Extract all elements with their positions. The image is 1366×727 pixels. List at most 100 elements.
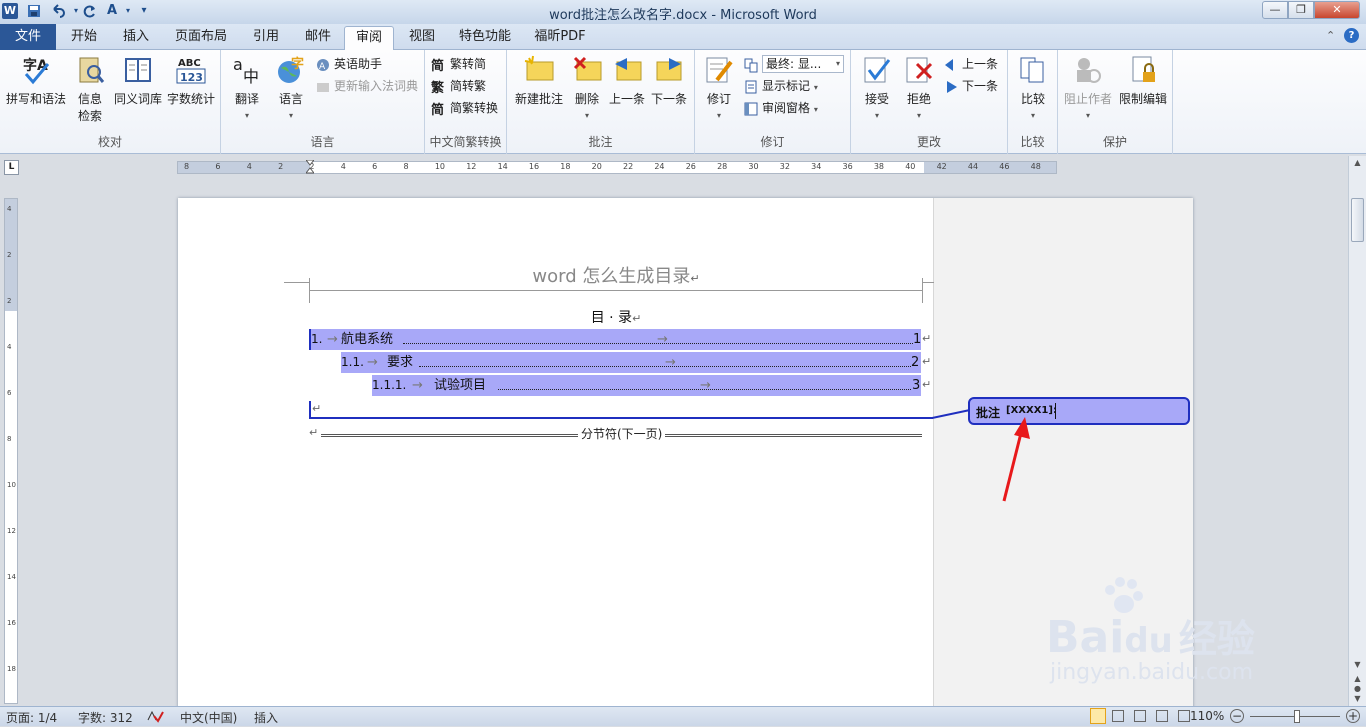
- web-layout-view-icon[interactable]: [1134, 710, 1146, 722]
- accept-button[interactable]: 接受 ▾: [857, 54, 897, 121]
- ruler-tick-label: 26: [685, 162, 696, 171]
- document-page[interactable]: word 怎么生成目录↵ 目 · 录↵ 1. → 航电系统 → 1 ↵ 1.1.…: [178, 198, 1255, 706]
- ruler-tick-label: 4: [246, 162, 252, 171]
- tab-foxit-pdf[interactable]: 福昕PDF: [528, 26, 592, 50]
- track-changes-button[interactable]: 修订 ▾: [699, 54, 739, 121]
- display-review-field[interactable]: 最终: 显... ▾: [762, 55, 844, 73]
- ribbon-tab-bar: 文件 开始 插入 页面布局 引用 邮件 审阅 视图 特色功能 福昕PDF ⌃ ?: [0, 24, 1366, 50]
- tab-references[interactable]: 引用: [244, 26, 288, 50]
- toc-1-text: 航电系统: [341, 332, 394, 347]
- toc-entry-3[interactable]: 1.1.1. → 试验项目 → 3: [372, 375, 921, 396]
- tab-home[interactable]: 开始: [62, 26, 106, 50]
- convert-button[interactable]: 简简繁转换: [431, 98, 498, 118]
- ruler-tick-label: 6: [372, 162, 378, 171]
- show-markup-icon: [743, 79, 759, 95]
- zoom-in-icon[interactable]: +: [1346, 709, 1360, 723]
- english-assistant-button[interactable]: A 英语助手: [315, 54, 382, 74]
- research-button[interactable]: 信息 检索: [70, 54, 110, 124]
- previous-comment-label: 上一条: [608, 92, 645, 106]
- translate-button[interactable]: a中 翻译 ▾: [225, 54, 269, 121]
- language-button[interactable]: 字 语言 ▾: [269, 54, 313, 121]
- thesaurus-label: 同义词库: [113, 92, 162, 106]
- horizontal-ruler[interactable]: 8 6 4 2 2 4 6 8 10 12 14 16 18 20 22 24 26 28 30 32 34 36 38 40…: [177, 159, 1057, 176]
- to-simplified-button[interactable]: 简繁转简: [431, 54, 486, 74]
- draft-view-icon[interactable]: [1178, 710, 1190, 722]
- reject-button[interactable]: 拒绝 ▾: [899, 54, 939, 121]
- tab-special[interactable]: 特色功能: [452, 26, 518, 50]
- word-count-button[interactable]: ABC 123 字数统计: [164, 54, 218, 107]
- minimize-button[interactable]: —: [1262, 1, 1288, 19]
- ribbon-review: 字A 拼写和语法 信息 检索 同义词库 ABC 123 字数统计 校对 a中 翻译…: [0, 50, 1366, 154]
- vertical-ruler[interactable]: 422468101214161820: [4, 198, 18, 719]
- ruler-tick-label: 24: [654, 162, 665, 171]
- tab-mailings[interactable]: 邮件: [296, 26, 340, 50]
- group-label-tracking: 修订: [760, 135, 785, 149]
- ruler-tick-label: 8: [403, 162, 409, 171]
- help-icon[interactable]: ?: [1344, 28, 1359, 43]
- previous-change-label: 上一条: [962, 57, 999, 71]
- show-markup-dropdown-icon: ▾: [813, 83, 818, 92]
- browse-object-icon[interactable]: ●: [1351, 684, 1364, 694]
- word-count-status[interactable]: 字数: 312: [78, 709, 133, 726]
- proofing-status-icon[interactable]: [146, 708, 164, 727]
- zoom-level[interactable]: 110%: [1190, 709, 1224, 723]
- to-traditional-button[interactable]: 繁简转繁: [431, 76, 486, 96]
- tab-page-layout[interactable]: 页面布局: [168, 26, 234, 50]
- block-authors-button: 阻止作者 ▾: [1062, 54, 1114, 121]
- vruler-tick-label: 2: [7, 297, 12, 305]
- tab-review[interactable]: 审阅: [344, 26, 394, 50]
- new-comment-button[interactable]: 新建批注: [511, 54, 567, 107]
- scroll-thumb[interactable]: [1351, 198, 1364, 242]
- spelling-label: 拼写和语法: [5, 92, 66, 106]
- page-count[interactable]: 页面: 1/4: [6, 709, 57, 726]
- vruler-tick-label: 18: [7, 665, 16, 673]
- display-for-review-select[interactable]: 最终: 显... ▾: [743, 54, 844, 74]
- delete-comment-button[interactable]: 删除 ▾: [567, 54, 607, 121]
- previous-comment-button[interactable]: 上一条: [607, 54, 647, 107]
- language-globe-icon: 字: [275, 54, 307, 86]
- outline-view-icon[interactable]: [1156, 710, 1168, 722]
- block-authors-label: 阻止作者: [1063, 92, 1112, 106]
- close-button[interactable]: ✕: [1314, 1, 1360, 19]
- show-markup-button[interactable]: 显示标记 ▾: [743, 76, 818, 96]
- zoom-slider-thumb[interactable]: [1294, 710, 1300, 723]
- update-ime-label: 更新输入法词典: [334, 79, 419, 93]
- print-layout-view-icon[interactable]: [1090, 708, 1106, 724]
- tab-view[interactable]: 视图: [400, 26, 444, 50]
- ruler-tick-label: 30: [748, 162, 759, 171]
- tab-selector-button[interactable]: L: [4, 160, 19, 175]
- section-break-label: 分节符(下一页): [578, 425, 666, 442]
- language-status[interactable]: 中文(中国): [180, 709, 237, 726]
- insert-mode-status[interactable]: 插入: [254, 709, 278, 726]
- minimize-ribbon-icon[interactable]: ⌃: [1326, 29, 1335, 42]
- next-comment-button[interactable]: 下一条: [649, 54, 689, 107]
- group-label-proofing: 校对: [97, 135, 122, 149]
- reviewing-pane-button[interactable]: 审阅窗格 ▾: [743, 98, 818, 118]
- toc-entry-1[interactable]: 1. → 航电系统 → 1: [309, 329, 921, 350]
- tab-insert[interactable]: 插入: [114, 26, 158, 50]
- reviewing-pane-label: 审阅窗格: [762, 101, 811, 115]
- section-para-mark: ↵: [309, 426, 319, 439]
- thesaurus-button[interactable]: 同义词库: [112, 54, 164, 107]
- vertical-scrollbar[interactable]: ▲ ▼ ▲ ● ▼: [1348, 156, 1366, 706]
- next-change-button[interactable]: 下一条: [943, 76, 998, 96]
- previous-change-button[interactable]: 上一条: [943, 54, 998, 74]
- scroll-down-icon[interactable]: ▼: [1351, 660, 1364, 672]
- compare-button[interactable]: 比较 ▾: [1013, 54, 1053, 121]
- toc-1-para-mark: ↵: [922, 332, 932, 345]
- maximize-button[interactable]: ❐: [1288, 1, 1314, 19]
- zoom-out-icon[interactable]: −: [1230, 709, 1244, 723]
- display-review-dropdown-icon[interactable]: ▾: [836, 56, 840, 72]
- track-changes-icon: [703, 54, 735, 86]
- toc-entry-2[interactable]: 1.1. → 要求 → 2: [341, 352, 921, 373]
- restrict-editing-button[interactable]: 限制编辑: [1116, 54, 1170, 107]
- full-screen-view-icon[interactable]: [1112, 710, 1124, 722]
- watermark-url: jingyan.baidu.com: [1050, 660, 1254, 685]
- indent-marker-icon[interactable]: [304, 159, 316, 176]
- next-page-icon[interactable]: ▼: [1351, 694, 1364, 704]
- spelling-grammar-button[interactable]: 字A 拼写和语法: [4, 54, 68, 107]
- tab-file[interactable]: 文件: [0, 24, 56, 50]
- scroll-up-icon[interactable]: ▲: [1351, 158, 1364, 170]
- svg-text:a: a: [233, 55, 243, 74]
- previous-page-icon[interactable]: ▲: [1351, 674, 1364, 684]
